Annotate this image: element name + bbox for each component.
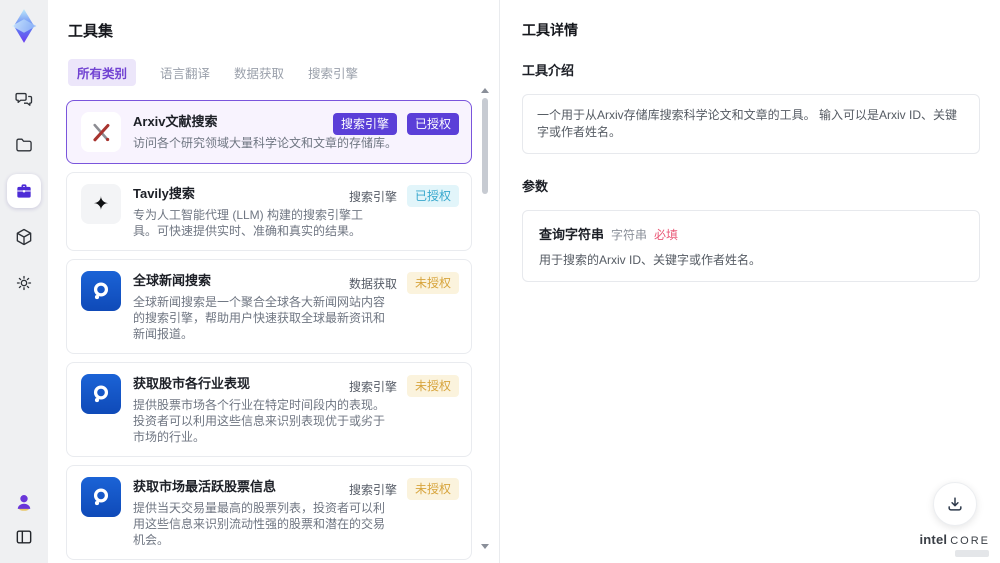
sidebar-nav bbox=[7, 82, 41, 300]
params-heading: 参数 bbox=[522, 179, 549, 194]
sparkle-logo-icon: ✦ bbox=[81, 184, 121, 224]
tool-description: 提供当天交易量最高的股票列表，投资者可以利用这些信息来识别流动性强的股票和潜在的… bbox=[133, 501, 386, 547]
intel-wordmark: intel bbox=[919, 532, 948, 547]
tool-description: 全球新闻搜索是一个聚合全球各大新闻网站内容的搜索引擎，帮助用户快速获取全球最新资… bbox=[133, 295, 386, 341]
app-logo-diamond-icon bbox=[6, 8, 42, 44]
cube-icon[interactable] bbox=[7, 220, 41, 254]
tool-detail-panel: 工具详情 工具介绍 一个用于从Arxiv存储库搜索科学论文和文章的工具。 输入可… bbox=[500, 0, 1000, 563]
tool-list-panel: 工具集 所有类别 语言翻译 数据获取 搜索引擎 Arxiv文献搜索 访问各个研究… bbox=[48, 0, 498, 563]
param-description: 用于搜索的Arxiv ID、关键字或作者姓名。 bbox=[539, 253, 762, 267]
tool-card-list: Arxiv文献搜索 访问各个研究领域大量科学论文和文章的存储库。 搜索引擎 已授… bbox=[66, 100, 472, 563]
category-tabs: 所有类别 语言翻译 数据获取 搜索引擎 bbox=[68, 59, 472, 86]
news-search-logo-icon bbox=[81, 477, 121, 517]
panel-toggle-icon[interactable] bbox=[10, 523, 38, 551]
param-name: 查询字符串 bbox=[539, 227, 605, 242]
param-required-label: 必填 bbox=[654, 228, 679, 242]
tab-data-fetch[interactable]: 数据获取 bbox=[234, 59, 284, 86]
param-type: 字符串 bbox=[611, 228, 648, 242]
intel-core-logo: intel CORE bbox=[919, 532, 990, 547]
tool-card-most-active-stocks[interactable]: 获取市场最活跃股票信息 提供当天交易量最高的股票列表，投资者可以利用这些信息来识… bbox=[66, 465, 472, 560]
chat-icon[interactable] bbox=[7, 82, 41, 116]
news-search-logo-icon bbox=[81, 374, 121, 414]
auth-status-badge: 未授权 bbox=[406, 272, 459, 294]
gear-icon[interactable] bbox=[7, 266, 41, 300]
scroll-down-arrow-icon[interactable] bbox=[481, 544, 489, 549]
core-wordmark: CORE bbox=[950, 535, 990, 547]
app-window: 工具集 所有类别 语言翻译 数据获取 搜索引擎 Arxiv文献搜索 访问各个研究… bbox=[0, 0, 1000, 563]
intro-heading: 工具介绍 bbox=[522, 63, 575, 78]
tab-all-categories[interactable]: 所有类别 bbox=[68, 59, 137, 86]
tool-title: 全球新闻搜索 bbox=[133, 273, 212, 288]
arxiv-logo-icon bbox=[81, 112, 121, 152]
auth-status-badge: 已授权 bbox=[406, 185, 459, 207]
category-label: 搜索引擎 bbox=[348, 482, 397, 497]
category-badge: 搜索引擎 bbox=[332, 113, 397, 135]
page-title: 工具集 bbox=[68, 23, 114, 40]
category-label: 数据获取 bbox=[348, 276, 397, 291]
tool-title: 获取股市各行业表现 bbox=[133, 376, 251, 391]
param-card: 查询字符串 字符串 必填 用于搜索的Arxiv ID、关键字或作者姓名。 bbox=[522, 210, 980, 282]
tool-description: 提供股票市场各个行业在特定时间段内的表现。投资者可以利用这些信息来识别表现优于或… bbox=[133, 398, 386, 444]
toolbox-icon-active[interactable] bbox=[7, 174, 41, 208]
sidebar-bottom bbox=[10, 489, 38, 551]
brand-subtag bbox=[954, 550, 989, 557]
news-search-logo-icon bbox=[81, 271, 121, 311]
tool-description: 访问各个研究领域大量科学论文和文章的存储库。 bbox=[133, 136, 398, 150]
detail-title: 工具详情 bbox=[522, 22, 578, 38]
auth-status-badge: 已授权 bbox=[406, 113, 459, 135]
folder-icon[interactable] bbox=[7, 128, 41, 162]
tool-card-global-news[interactable]: 全球新闻搜索 全球新闻搜索是一个聚合全球各大新闻网站内容的搜索引擎，帮助用户快速… bbox=[66, 259, 472, 354]
tool-description: 专为人工智能代理 (LLM) 构建的搜索引擎工具。可快速提供实时、准确和真实的结… bbox=[133, 208, 364, 238]
user-avatar[interactable] bbox=[11, 489, 37, 515]
scrollbar-thumb[interactable] bbox=[482, 98, 488, 194]
auth-status-badge: 未授权 bbox=[406, 375, 459, 397]
tab-search-engine[interactable]: 搜索引擎 bbox=[308, 59, 358, 86]
category-label: 搜索引擎 bbox=[348, 379, 397, 394]
download-icon bbox=[948, 497, 962, 511]
left-sidebar bbox=[0, 0, 48, 563]
tool-card-tavily[interactable]: ✦ Tavily搜索 专为人工智能代理 (LLM) 构建的搜索引擎工具。可快速提… bbox=[66, 172, 472, 251]
download-button[interactable] bbox=[932, 482, 977, 526]
scroll-up-arrow-icon[interactable] bbox=[481, 88, 489, 93]
list-scrollbar[interactable] bbox=[481, 88, 489, 549]
category-label: 搜索引擎 bbox=[348, 189, 397, 204]
tool-title: Tavily搜索 bbox=[133, 186, 195, 201]
tool-card-sector-performance[interactable]: 获取股市各行业表现 提供股票市场各个行业在特定时间段内的表现。投资者可以利用这些… bbox=[66, 362, 472, 457]
footer-widget: intel CORE bbox=[919, 482, 990, 557]
tool-card-arxiv[interactable]: Arxiv文献搜索 访问各个研究领域大量科学论文和文章的存储库。 搜索引擎 已授… bbox=[66, 100, 472, 164]
intro-text: 一个用于从Arxiv存储库搜索科学论文和文章的工具。 输入可以是Arxiv ID… bbox=[522, 94, 980, 154]
tool-title: 获取市场最活跃股票信息 bbox=[133, 479, 277, 494]
auth-status-badge: 未授权 bbox=[406, 478, 459, 500]
tab-translation[interactable]: 语言翻译 bbox=[160, 59, 210, 86]
